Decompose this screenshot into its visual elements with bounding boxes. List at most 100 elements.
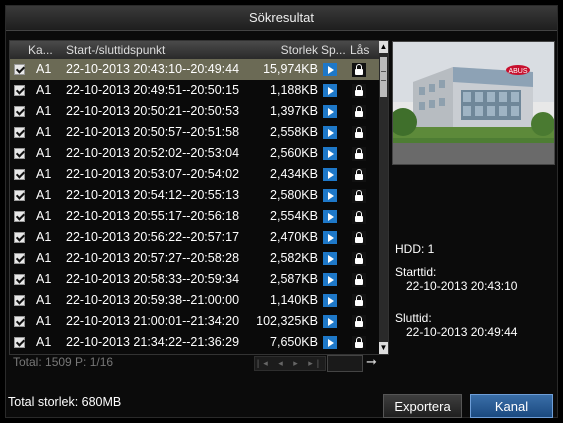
- row-time: 22-10-2013 20:58:33--20:59:34: [66, 272, 240, 286]
- table-row[interactable]: A1 22-10-2013 21:34:22--21:36:29 7,650KB: [10, 332, 380, 353]
- row-camera: A1: [36, 272, 52, 286]
- play-button[interactable]: [323, 143, 337, 164]
- row-time: 22-10-2013 20:54:12--20:55:13: [66, 188, 240, 202]
- checkbox-icon: [14, 232, 25, 243]
- play-button[interactable]: [323, 122, 337, 143]
- header-lock[interactable]: Lås: [350, 41, 374, 59]
- abus-logo: ABUS: [508, 68, 527, 75]
- row-camera: A1: [36, 314, 52, 328]
- lock-toggle[interactable]: [352, 206, 366, 227]
- row-checkbox[interactable]: [14, 253, 25, 267]
- row-time: 22-10-2013 20:49:51--20:50:15: [66, 83, 240, 97]
- checkbox-icon: [14, 169, 25, 180]
- table-row[interactable]: A1 22-10-2013 20:59:38--21:00:00 1,140KB: [10, 290, 380, 311]
- table-row[interactable]: A1 22-10-2013 20:58:33--20:59:34 2,587KB: [10, 269, 380, 290]
- row-size: 1,397KB: [270, 104, 318, 118]
- row-camera: A1: [36, 230, 52, 244]
- play-button[interactable]: [323, 101, 337, 122]
- play-button[interactable]: [323, 59, 337, 80]
- lock-toggle[interactable]: [352, 143, 366, 164]
- go-page-icon[interactable]: ➞: [366, 354, 382, 370]
- row-checkbox[interactable]: [14, 232, 25, 246]
- play-button[interactable]: [323, 164, 337, 185]
- table-row[interactable]: A1 22-10-2013 20:53:07--20:54:02 2,434KB: [10, 164, 380, 185]
- row-checkbox[interactable]: [14, 85, 25, 99]
- row-checkbox[interactable]: [14, 127, 25, 141]
- page-nav-icons[interactable]: |◂ ◂ ▸ ▸|: [254, 356, 326, 371]
- table-scrollbar[interactable]: ▲ ▼: [379, 41, 388, 354]
- play-button[interactable]: [323, 227, 337, 248]
- lock-icon: [355, 84, 363, 96]
- row-camera: A1: [36, 335, 52, 349]
- play-button[interactable]: [323, 290, 337, 311]
- play-button[interactable]: [323, 80, 337, 101]
- lock-toggle[interactable]: [352, 122, 366, 143]
- play-button[interactable]: [323, 185, 337, 206]
- play-button[interactable]: [323, 248, 337, 269]
- table-row[interactable]: A1 22-10-2013 20:43:10--20:49:44 15,974KB: [10, 59, 380, 80]
- dialog-title: Sökresultat: [6, 6, 557, 31]
- row-time: 22-10-2013 20:53:07--20:54:02: [66, 167, 240, 181]
- row-size: 2,558KB: [270, 125, 318, 139]
- lock-toggle[interactable]: [352, 269, 366, 290]
- lock-toggle[interactable]: [352, 59, 366, 80]
- play-button[interactable]: [323, 332, 337, 353]
- play-button[interactable]: [323, 311, 337, 332]
- export-button[interactable]: Exportera: [383, 394, 462, 418]
- table-row[interactable]: A1 22-10-2013 20:57:27--20:58:28 2,582KB: [10, 248, 380, 269]
- row-size: 2,582KB: [270, 251, 318, 265]
- page-input[interactable]: [327, 355, 363, 372]
- row-size: 102,325KB: [256, 314, 318, 328]
- row-checkbox[interactable]: [14, 190, 25, 204]
- table-row[interactable]: A1 22-10-2013 20:55:17--20:56:18 2,554KB: [10, 206, 380, 227]
- play-button[interactable]: [323, 269, 337, 290]
- lock-icon: [355, 231, 363, 243]
- row-checkbox[interactable]: [14, 148, 25, 162]
- results-table: Ka... Start-/sluttidspunkt Storlek Sp...…: [9, 40, 389, 355]
- table-header: Ka... Start-/sluttidspunkt Storlek Sp...…: [10, 41, 388, 59]
- lock-toggle[interactable]: [352, 311, 366, 332]
- row-checkbox[interactable]: [14, 295, 25, 309]
- table-row[interactable]: A1 22-10-2013 20:50:21--20:50:53 1,397KB: [10, 101, 380, 122]
- table-row[interactable]: A1 22-10-2013 20:50:57--20:51:58 2,558KB: [10, 122, 380, 143]
- lock-toggle[interactable]: [352, 227, 366, 248]
- lock-toggle[interactable]: [352, 185, 366, 206]
- row-checkbox[interactable]: [14, 211, 25, 225]
- lock-toggle[interactable]: [352, 332, 366, 353]
- header-play[interactable]: Sp...: [321, 41, 345, 59]
- row-size: 2,470KB: [270, 230, 318, 244]
- lock-toggle[interactable]: [352, 101, 366, 122]
- channel-button[interactable]: Kanal: [470, 394, 553, 418]
- scroll-thumb[interactable]: [380, 57, 387, 97]
- play-icon: [323, 273, 337, 287]
- play-button[interactable]: [323, 206, 337, 227]
- table-row[interactable]: A1 22-10-2013 20:56:22--20:57:17 2,470KB: [10, 227, 380, 248]
- row-checkbox[interactable]: [14, 64, 25, 78]
- header-time[interactable]: Start-/sluttidspunkt: [66, 41, 226, 59]
- lock-icon: [355, 168, 363, 180]
- lock-toggle[interactable]: [352, 164, 366, 185]
- search-results-dialog: Sökresultat Ka... Start-/sluttidspunkt S…: [5, 5, 558, 418]
- row-camera: A1: [36, 293, 52, 307]
- lock-icon: [355, 147, 363, 159]
- header-size[interactable]: Storlek: [276, 41, 318, 59]
- row-camera: A1: [36, 104, 52, 118]
- table-row[interactable]: A1 22-10-2013 20:54:12--20:55:13 2,580KB: [10, 185, 380, 206]
- row-checkbox[interactable]: [14, 337, 25, 351]
- play-icon: [323, 210, 337, 224]
- table-row[interactable]: A1 22-10-2013 21:00:01--21:34:20 102,325KB: [10, 311, 380, 332]
- lock-toggle[interactable]: [352, 290, 366, 311]
- row-checkbox[interactable]: [14, 106, 25, 120]
- row-checkbox[interactable]: [14, 316, 25, 330]
- row-checkbox[interactable]: [14, 169, 25, 183]
- scroll-up-icon[interactable]: ▲: [379, 41, 388, 53]
- table-row[interactable]: A1 22-10-2013 20:52:02--20:53:04 2,560KB: [10, 143, 380, 164]
- lock-toggle[interactable]: [352, 248, 366, 269]
- row-size: 2,554KB: [270, 209, 318, 223]
- row-checkbox[interactable]: [14, 274, 25, 288]
- play-icon: [323, 63, 337, 77]
- lock-toggle[interactable]: [352, 80, 366, 101]
- header-camera[interactable]: Ka...: [28, 41, 58, 59]
- table-row[interactable]: A1 22-10-2013 20:49:51--20:50:15 1,188KB: [10, 80, 380, 101]
- lock-icon: [355, 273, 363, 285]
